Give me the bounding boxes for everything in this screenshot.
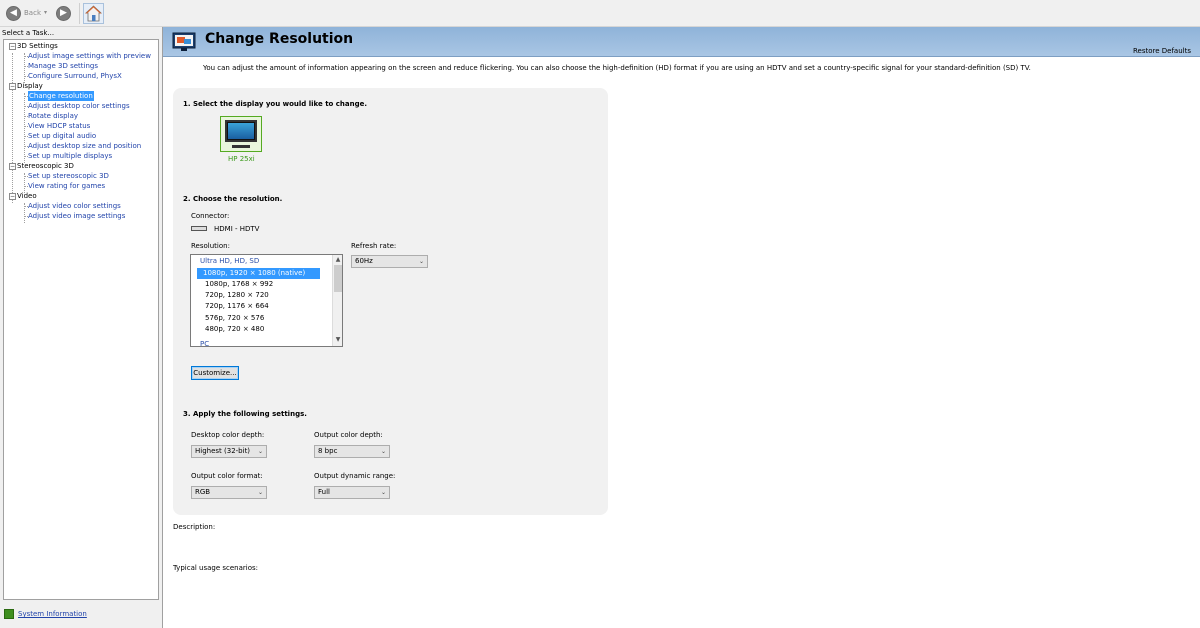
refresh-rate-label: Refresh rate: bbox=[351, 242, 397, 250]
expander-stereoscopic-3d[interactable]: − bbox=[9, 163, 16, 170]
back-label[interactable]: Back bbox=[24, 9, 41, 17]
description-label: Description: bbox=[173, 523, 216, 531]
tree-item-rating-for-games[interactable]: View rating for games bbox=[28, 181, 105, 191]
resolution-option[interactable]: 480p, 720 × 480 bbox=[205, 324, 264, 335]
tree-line bbox=[12, 53, 13, 203]
tree-item-digital-audio[interactable]: Set up digital audio bbox=[28, 131, 96, 141]
tree-category-stereoscopic-3d[interactable]: Stereoscopic 3D bbox=[17, 161, 74, 171]
scroll-down-icon[interactable]: ▼ bbox=[333, 335, 342, 345]
chevron-down-icon: ⌄ bbox=[380, 448, 386, 455]
tree-line bbox=[24, 93, 25, 163]
restore-defaults-link[interactable]: Restore Defaults bbox=[1133, 47, 1191, 55]
customize-button[interactable]: Customize... bbox=[191, 366, 239, 380]
tree-item-adjust-desktop-color[interactable]: Adjust desktop color settings bbox=[28, 101, 130, 111]
expander-3d-settings[interactable]: − bbox=[9, 43, 16, 50]
desktop-color-depth-select[interactable]: Highest (32-bit) ⌄ bbox=[191, 445, 267, 458]
tree-item-setup-stereoscopic[interactable]: Set up stereoscopic 3D bbox=[28, 171, 109, 181]
settings-panel: 1. Select the display you would like to … bbox=[173, 88, 608, 515]
desktop-color-depth-value: Highest (32-bit) bbox=[195, 447, 251, 455]
tree-item-rotate-display[interactable]: Rotate display bbox=[28, 111, 78, 121]
chevron-down-icon: ⌄ bbox=[380, 489, 386, 496]
tree-category-video[interactable]: Video bbox=[17, 191, 37, 201]
resolution-listbox[interactable]: Ultra HD, HD, SD 1080p, 1920 × 1080 (nat… bbox=[190, 254, 343, 347]
task-tree: − 3D Settings Adjust image settings with… bbox=[3, 39, 159, 600]
connector-label: Connector: bbox=[191, 212, 230, 220]
section-choose-resolution-title: 2. Choose the resolution. bbox=[183, 195, 283, 203]
monitor-icon bbox=[225, 120, 257, 142]
home-button[interactable] bbox=[83, 3, 104, 24]
toolbar-separator bbox=[79, 3, 80, 24]
display-name[interactable]: HP 25xi bbox=[228, 155, 255, 163]
back-dropdown-icon[interactable]: ▾ bbox=[44, 9, 47, 16]
system-information-link[interactable]: System Information bbox=[18, 610, 87, 618]
system-info-icon bbox=[4, 609, 14, 619]
tree-item-manage-3d-settings[interactable]: Manage 3D settings bbox=[28, 61, 98, 71]
back-button[interactable]: ◀ bbox=[6, 6, 21, 21]
resolution-option-selected[interactable]: 1080p, 1920 × 1080 (native) bbox=[197, 268, 320, 279]
task-panel-header: Select a Task... bbox=[2, 29, 55, 37]
output-color-depth-value: 8 bpc bbox=[318, 447, 338, 455]
resolution-option[interactable]: 576p, 720 × 576 bbox=[205, 313, 264, 324]
chevron-down-icon: ⌄ bbox=[257, 448, 263, 455]
chevron-down-icon: ⌄ bbox=[257, 489, 263, 496]
tree-item-adjust-image-settings[interactable]: Adjust image settings with preview bbox=[28, 51, 151, 61]
tree-line bbox=[24, 53, 25, 83]
resolution-group-pc: PC bbox=[200, 340, 210, 347]
chevron-down-icon: ⌄ bbox=[418, 258, 424, 265]
scroll-up-icon[interactable]: ▲ bbox=[333, 255, 342, 265]
display-settings-icon bbox=[172, 32, 196, 51]
system-information[interactable]: System Information bbox=[4, 608, 87, 620]
main-content: Change Resolution Restore Defaults You c… bbox=[162, 27, 1200, 628]
hdmi-connector-icon bbox=[191, 226, 207, 231]
back-arrow-icon: ◀ bbox=[10, 8, 17, 18]
expander-video[interactable]: − bbox=[9, 193, 16, 200]
resolution-scrollbar[interactable]: ▲ ▼ bbox=[332, 255, 342, 346]
home-icon bbox=[84, 5, 103, 22]
expander-display[interactable]: − bbox=[9, 83, 16, 90]
desktop-color-depth-label: Desktop color depth: bbox=[191, 431, 265, 439]
scroll-thumb[interactable] bbox=[334, 265, 342, 292]
output-dynamic-range-value: Full bbox=[318, 488, 330, 496]
tree-item-view-hdcp-status[interactable]: View HDCP status bbox=[28, 121, 90, 131]
connector-value: HDMI - HDTV bbox=[214, 225, 260, 233]
section-select-display-title: 1. Select the display you would like to … bbox=[183, 100, 368, 108]
tree-category-display[interactable]: Display bbox=[17, 81, 43, 91]
monitor-stand bbox=[232, 145, 250, 148]
forward-button[interactable]: ▶ bbox=[56, 6, 71, 21]
output-color-depth-select[interactable]: 8 bpc ⌄ bbox=[314, 445, 390, 458]
tree-item-change-resolution[interactable]: Change resolution bbox=[28, 91, 94, 101]
resolution-option[interactable]: 720p, 1280 × 720 bbox=[205, 290, 269, 301]
output-color-format-value: RGB bbox=[195, 488, 211, 496]
refresh-rate-select[interactable]: 60Hz ⌄ bbox=[351, 255, 428, 268]
intro-text: You can adjust the amount of information… bbox=[203, 64, 1031, 72]
tree-item-desktop-size-position[interactable]: Adjust desktop size and position bbox=[28, 141, 141, 151]
typical-usage-label: Typical usage scenarios: bbox=[173, 564, 259, 572]
toolbar: ◀ Back ▾ ▶ bbox=[0, 0, 1200, 27]
output-dynamic-range-select[interactable]: Full ⌄ bbox=[314, 486, 390, 499]
output-color-format-label: Output color format: bbox=[191, 472, 263, 480]
resolution-group-hd: Ultra HD, HD, SD bbox=[200, 257, 260, 265]
page-banner: Change Resolution Restore Defaults bbox=[163, 27, 1200, 57]
tree-item-multiple-displays[interactable]: Set up multiple displays bbox=[28, 151, 112, 161]
output-color-format-select[interactable]: RGB ⌄ bbox=[191, 486, 267, 499]
resolution-option[interactable]: 1080p, 1768 × 992 bbox=[205, 279, 273, 290]
forward-arrow-icon: ▶ bbox=[60, 8, 67, 18]
output-dynamic-range-label: Output dynamic range: bbox=[314, 472, 396, 480]
resolution-label: Resolution: bbox=[191, 242, 230, 250]
display-tile[interactable] bbox=[220, 116, 262, 152]
tree-item-video-image[interactable]: Adjust video image settings bbox=[28, 211, 125, 221]
refresh-rate-value: 60Hz bbox=[355, 257, 373, 265]
page-title: Change Resolution bbox=[205, 31, 354, 47]
output-color-depth-label: Output color depth: bbox=[314, 431, 383, 439]
tree-category-3d-settings[interactable]: 3D Settings bbox=[17, 41, 58, 51]
section-apply-settings-title: 3. Apply the following settings. bbox=[183, 410, 307, 418]
tree-item-video-color[interactable]: Adjust video color settings bbox=[28, 201, 121, 211]
resolution-option[interactable]: 720p, 1176 × 664 bbox=[205, 301, 269, 312]
tree-item-configure-surround[interactable]: Configure Surround, PhysX bbox=[28, 71, 122, 81]
